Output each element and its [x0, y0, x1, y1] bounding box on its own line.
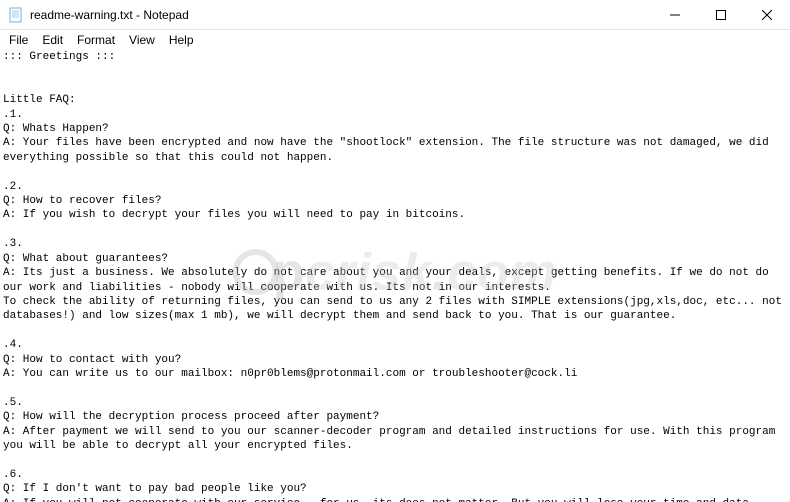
menu-help[interactable]: Help [162, 32, 201, 48]
menu-edit[interactable]: Edit [35, 32, 70, 48]
menu-file[interactable]: File [2, 32, 35, 48]
text-area[interactable]: pcrisk.com::: Greetings ::: Little FAQ: … [0, 49, 790, 502]
window-title: readme-warning.txt - Notepad [30, 8, 189, 22]
maximize-button[interactable] [698, 0, 744, 29]
menu-view[interactable]: View [122, 32, 162, 48]
titlebar: readme-warning.txt - Notepad [0, 0, 790, 30]
window-controls [652, 0, 790, 29]
menubar: File Edit Format View Help [0, 30, 790, 49]
menu-format[interactable]: Format [70, 32, 122, 48]
notepad-app-icon [8, 7, 24, 23]
document-text: ::: Greetings ::: Little FAQ: .1. Q: Wha… [3, 51, 789, 502]
minimize-button[interactable] [652, 0, 698, 29]
close-button[interactable] [744, 0, 790, 29]
